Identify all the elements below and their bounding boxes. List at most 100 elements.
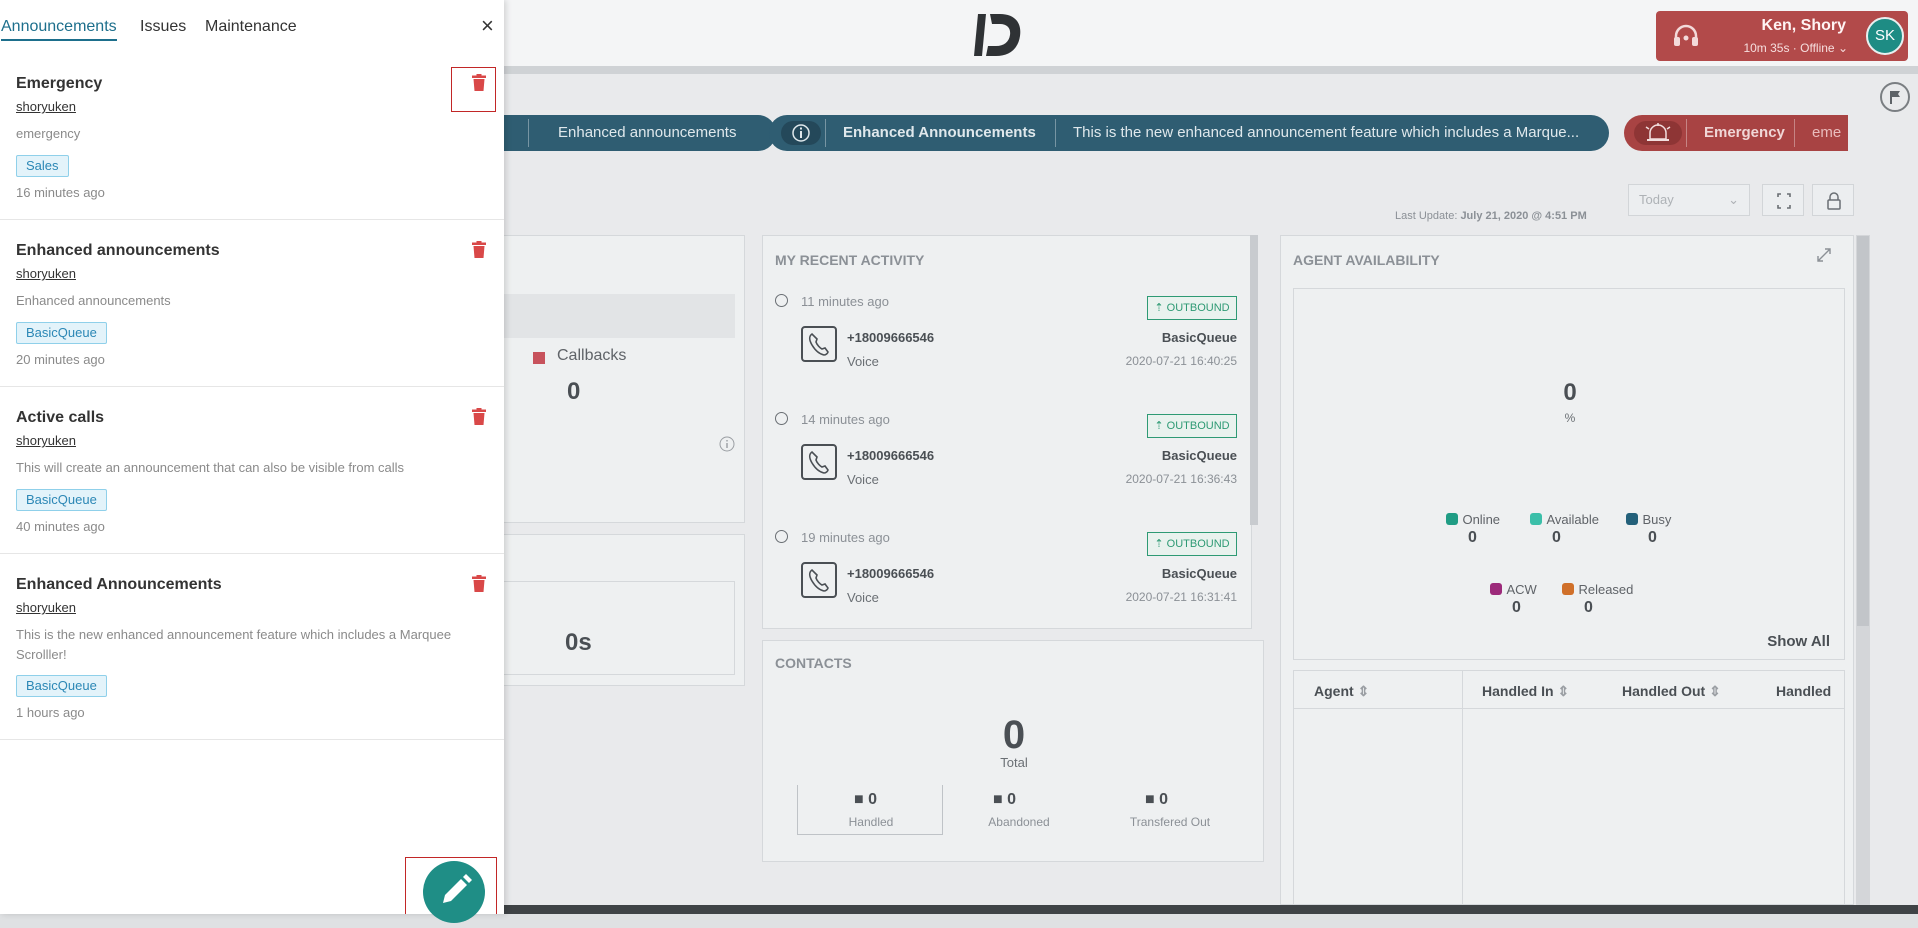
announcement-author[interactable]: shoryuken	[16, 266, 76, 281]
activity-channel: Voice	[847, 472, 879, 487]
announcement-author[interactable]: shoryuken	[16, 433, 76, 448]
sort-icon: ⇕	[1357, 683, 1370, 699]
column-header-label: Agent	[1314, 683, 1354, 699]
stat-value: ■ 0	[1145, 791, 1169, 808]
stat-label: Transfered Out	[1129, 815, 1211, 829]
announcement-tag: BasicQueue	[16, 675, 107, 697]
divider	[1686, 119, 1687, 147]
stat-value-number: 0	[1007, 791, 1017, 808]
flag-icon	[1890, 91, 1900, 104]
announcement-item: Enhanced announcements shoryuken Enhance…	[0, 220, 504, 387]
column-header-agent[interactable]: Agent ⇕	[1314, 683, 1369, 700]
legend-label: Released	[1578, 582, 1634, 597]
flag-button[interactable]	[1880, 82, 1910, 112]
user-status-dropdown[interactable]: 10m 35s · Offline ⌄	[1743, 41, 1848, 55]
divider	[528, 119, 529, 147]
trash-icon[interactable]	[472, 408, 486, 425]
outbound-badge: ⇡ OUTBOUND	[1147, 296, 1237, 320]
activity-ago: 14 minutes ago	[801, 412, 890, 427]
marquee-item[interactable]: Enhanced Announcements This is the new e…	[769, 115, 1609, 151]
announcement-marquee: nts Enhanced announcements Enhanced Anno…	[412, 115, 1848, 151]
brand-logo-icon	[974, 14, 1021, 56]
activity-queue: BasicQueue	[1161, 448, 1237, 463]
announcement-item: Active calls shoryuken This will create …	[0, 387, 504, 554]
expand-icon[interactable]	[1815, 246, 1833, 264]
phone-icon	[801, 326, 837, 362]
activity-item[interactable]: 14 minutes ago ⇡ OUTBOUND +18009666546 V…	[763, 404, 1251, 522]
activity-channel: Voice	[847, 354, 879, 369]
contacts-card: CONTACTS 0 Total ■ 0 Handled ■ 0 Abandon…	[762, 640, 1264, 862]
avatar[interactable]: SK	[1866, 17, 1904, 55]
outbound-badge: ⇡ OUTBOUND	[1147, 532, 1237, 556]
marquee-item-text: This is the new enhanced announcement fe…	[1073, 124, 1580, 141]
callbacks-swatch	[533, 352, 545, 364]
activity-item[interactable]: 19 minutes ago ⇡ OUTBOUND +18009666546 V…	[763, 522, 1251, 628]
recent-activity-card: MY RECENT ACTIVITY 11 minutes ago ⇡ OUTB…	[762, 235, 1252, 629]
trash-icon[interactable]	[472, 575, 486, 592]
announcement-title: Enhanced announcements	[16, 242, 220, 259]
tab-issues[interactable]: Issues	[140, 18, 186, 36]
legend-value: 0	[1584, 599, 1593, 616]
tab-maintenance[interactable]: Maintenance	[205, 18, 297, 36]
last-update-label: Last Update:	[1395, 210, 1458, 222]
duration-value: 0s	[565, 629, 592, 656]
announcement-author[interactable]: shoryuken	[16, 600, 76, 615]
divider	[1794, 119, 1795, 147]
availability-percent-unit: %	[1564, 411, 1576, 425]
activity-queue: BasicQueue	[1161, 566, 1237, 581]
last-update-value: July 21, 2020 @ 4:51 PM	[1460, 210, 1587, 222]
user-status-card[interactable]: Ken, Shory 10m 35s · Offline ⌄ SK	[1656, 11, 1908, 61]
stat-value: ■ 0	[993, 791, 1017, 808]
activity-timestamp: 2020-07-21 16:36:43	[1125, 472, 1237, 486]
legend-item-busy: Busy 0	[1626, 511, 1706, 547]
marquee-item[interactable]: Emergency eme	[1624, 115, 1848, 151]
activity-item[interactable]: 11 minutes ago ⇡ OUTBOUND +18009666546 V…	[763, 286, 1251, 404]
info-icon[interactable]	[719, 436, 735, 452]
column-header-handled-out[interactable]: Handled Out ⇕	[1622, 683, 1721, 700]
outbound-badge-label: OUTBOUND	[1166, 302, 1230, 314]
announcement-author[interactable]: shoryuken	[16, 99, 76, 114]
trash-icon[interactable]	[472, 74, 486, 91]
user-status-text: 10m 35s · Offline	[1743, 41, 1835, 55]
activity-number: +18009666546	[847, 448, 935, 463]
column-header-label: Handled In	[1482, 683, 1554, 699]
page-scrollbar-thumb[interactable]	[1857, 236, 1869, 626]
trash-icon[interactable]	[472, 241, 486, 258]
headset-icon	[1674, 24, 1698, 46]
fullscreen-button[interactable]	[1762, 184, 1804, 216]
callbacks-value: 0	[567, 378, 581, 405]
close-button[interactable]: ×	[481, 14, 494, 38]
announcement-title: Emergency	[16, 75, 103, 92]
legend-value: 0	[1552, 529, 1561, 546]
user-name: Ken, Shory	[1761, 17, 1846, 34]
agent-table-header	[1294, 671, 1844, 709]
column-header-handled-in[interactable]: Handled In ⇕	[1482, 683, 1569, 700]
marquee-item-title: Emergency	[1704, 124, 1785, 141]
outbound-badge-label: OUTBOUND	[1166, 420, 1230, 432]
activity-ago: 19 minutes ago	[801, 530, 890, 545]
activity-timestamp: 2020-07-21 16:31:41	[1125, 590, 1237, 604]
contacts-stat-abandoned: ■ 0 Abandoned	[959, 785, 1079, 835]
announcement-time: 16 minutes ago	[16, 185, 105, 200]
legend-swatch	[1562, 583, 1574, 595]
date-filter-select[interactable]: Today ⌄	[1628, 184, 1750, 216]
legend-swatch	[1446, 513, 1458, 525]
expand-icon	[1777, 193, 1791, 209]
timeline-dot	[775, 294, 788, 307]
column-header-handled[interactable]: Handled	[1776, 683, 1831, 699]
tab-announcements[interactable]: Announcements	[1, 18, 117, 41]
announcement-item: Enhanced Announcements shoryuken This is…	[0, 554, 504, 740]
bottom-strip	[412, 905, 1918, 914]
show-all-link[interactable]: Show All	[1767, 633, 1830, 650]
announcement-time: 20 minutes ago	[16, 352, 105, 367]
announcement-time: 40 minutes ago	[16, 519, 105, 534]
phone-icon	[801, 444, 837, 480]
last-update: Last Update: July 21, 2020 @ 4:51 PM	[1395, 210, 1587, 222]
activity-scrollbar[interactable]	[1250, 235, 1258, 525]
stat-value: ■ 0	[854, 791, 878, 808]
divider	[1055, 119, 1056, 147]
lock-button[interactable]	[1812, 184, 1854, 216]
announcement-body: emergency	[16, 126, 81, 141]
column-header-label: Handled Out	[1622, 683, 1706, 699]
announcement-body: This will create an announcement that ca…	[16, 460, 405, 475]
